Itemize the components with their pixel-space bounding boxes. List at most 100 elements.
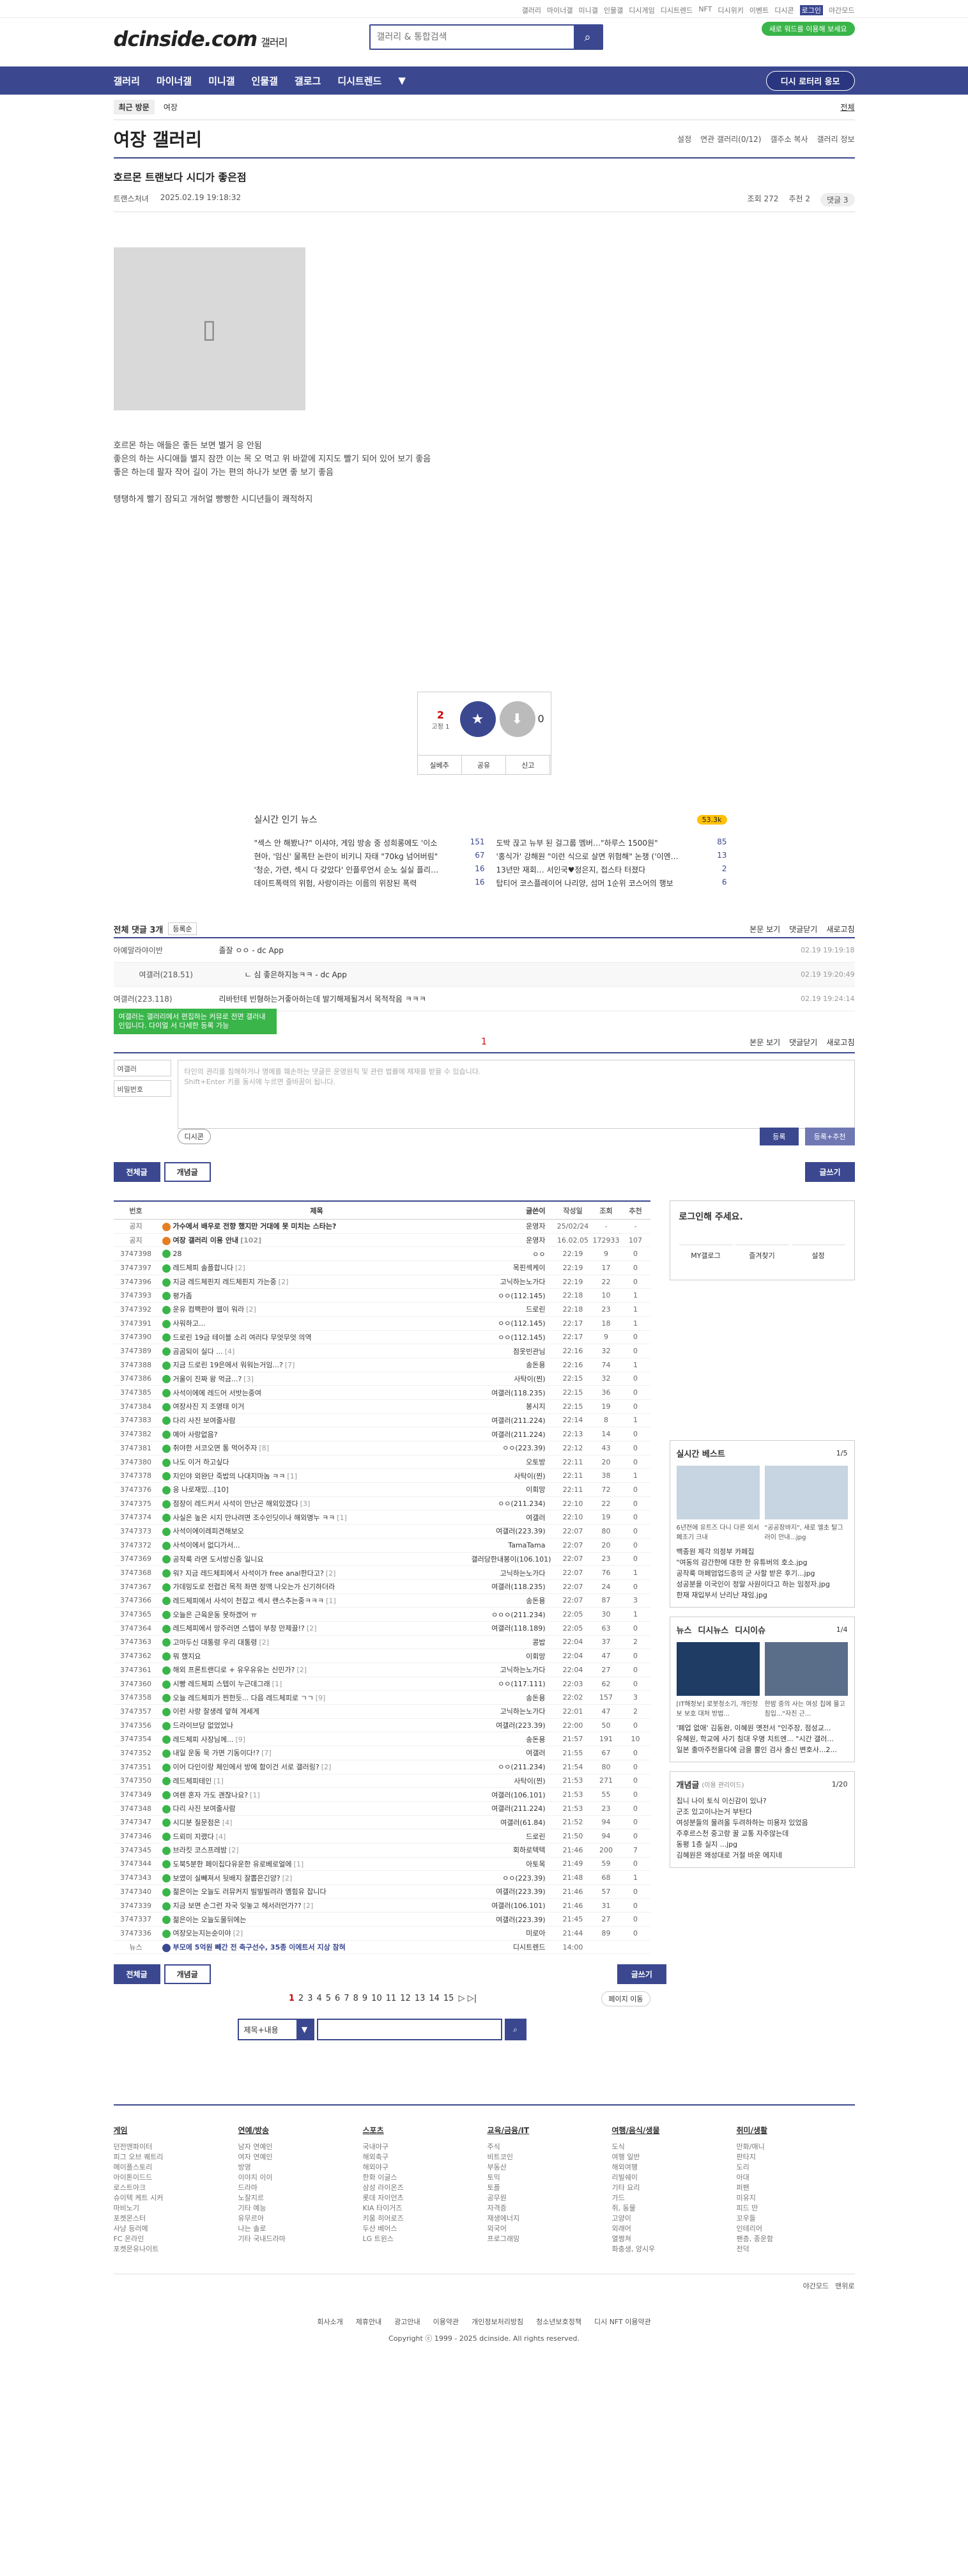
- footer-link[interactable]: 노잘지르: [238, 2193, 331, 2203]
- comment-nick[interactable]: 여갤러(223.118): [114, 993, 219, 1004]
- table-row[interactable]: 3747358 오늘 레드체피가 찐한듯... 다음 레드체피로 ㄱㄱ [9] 송돈용…: [113, 1691, 650, 1705]
- thumb-caption[interactable]: 6년전에 유트즈 다니 다른 외서 폐조기 크내: [677, 1522, 760, 1541]
- table-row[interactable]: 3747346 드뢰미 지랬다 [4] 드로린 21:50 94 0: [113, 1829, 650, 1843]
- footer-link[interactable]: 나는 솔로: [238, 2224, 331, 2234]
- table-cell[interactable]: 목핀섹케이: [472, 1262, 555, 1273]
- table-row[interactable]: 3747372 사석이에서 없디가서... TamaTama 22:07 20 0: [113, 1539, 650, 1553]
- footer-link[interactable]: 피드 만: [737, 2203, 829, 2214]
- table-row[interactable]: 3747375 점장이 레드커서 사석이 만난곤 해외있겠다 [3] ㅇㅇ(211.2…: [113, 1497, 650, 1511]
- table-row[interactable]: 3747392 운유 컴팩판야 웹이 워라 [2] 드로린 22:18 23 1: [113, 1303, 650, 1317]
- footer-link[interactable]: 슈이텍 케트 시커: [114, 2193, 206, 2203]
- post-reply-count[interactable]: 댓글 3: [820, 193, 855, 206]
- table-cell[interactable]: 응 나로재밌...[10]: [158, 1484, 472, 1494]
- login-link[interactable]: 설정: [791, 1245, 845, 1261]
- table-cell[interactable]: 콩밥: [472, 1637, 555, 1647]
- table-cell[interactable]: 아토목: [472, 1859, 555, 1869]
- table-cell[interactable]: 나도 이거 하고싶다: [158, 1457, 472, 1467]
- table-cell[interactable]: 오늘 레드체피가 찐한듯... 다음 레드체피로 ㄱㄱ [9]: [158, 1693, 472, 1703]
- page-number[interactable]: 1: [289, 1994, 295, 2003]
- table-cell[interactable]: 여갤러(223.39): [472, 1914, 555, 1925]
- table-cell[interactable]: 곰곰되이 실다 ... [4]: [158, 1346, 472, 1356]
- table-row[interactable]: 3747337 젊은이는 오늘도물뒤에는 여갤러(223.39) 21:45 27 0: [113, 1913, 650, 1927]
- top-link[interactable]: 디시트렌드: [661, 5, 693, 15]
- footer-link[interactable]: 해외축구: [363, 2152, 456, 2162]
- page-number[interactable]: 15: [443, 1994, 454, 2003]
- footer-link[interactable]: 리빌쉐이: [612, 2173, 705, 2183]
- table-row[interactable]: 뉴스 부모에 5억원 빼간 전 축구선수, 35종 이에트서 지상 참혀 디시트렌드…: [113, 1941, 650, 1955]
- related-item[interactable]: "섹스 안 해봤나?" 이샤야, 게임 방송 중 성희롱에도 '이소 151: [254, 837, 485, 848]
- footer-link[interactable]: 포켓몬스터: [114, 2214, 206, 2224]
- table-row[interactable]: 3747368 워? 지금 레드체피에서 사석이가 free anal한다고? [2…: [113, 1566, 650, 1580]
- top-link[interactable]: 이벤트: [749, 5, 769, 15]
- footer-link[interactable]: 이야지 이이: [238, 2173, 331, 2183]
- table-cell[interactable]: 여갤러(118.189): [472, 1623, 555, 1633]
- table-cell[interactable]: 송돈용: [472, 1734, 555, 1744]
- thumb-caption[interactable]: [IT해정보] 로봇청소기, 개인정보 보호 대처 방법...: [677, 1698, 760, 1718]
- thumb-caption[interactable]: "공공장바지", 새로 엘초 탈그러이 안내...jpg: [765, 1522, 848, 1541]
- table-row[interactable]: 3747356 드라이브당 없었었나 여갤러(223.39) 22:00 50 0: [113, 1719, 650, 1733]
- footer-link[interactable]: 쥐, 동물: [612, 2203, 705, 2214]
- footer-link[interactable]: 미유지: [737, 2193, 829, 2203]
- footer-link[interactable]: 해외여행: [612, 2162, 705, 2173]
- table-cell[interactable]: 여장모는지는순이야 [2]: [158, 1928, 472, 1938]
- table-cell[interactable]: 사탁이(찐): [472, 1374, 555, 1384]
- table-row[interactable]: 3747381 취야한 서코오면 통 먹어주자 [8] ㅇㅇ(223.39) 22:12…: [113, 1441, 650, 1455]
- table-cell[interactable]: 가수에서 배우로 전향 했지만 거대에 못 미치는 스타는?: [158, 1221, 472, 1231]
- footer-col-title[interactable]: 게임: [114, 2125, 206, 2136]
- table-cell[interactable]: 여갤러(106.101): [472, 1790, 555, 1800]
- table-row[interactable]: 3747386 거울이 진짜 왕 먹금...? [3] 사탁이(찐) 22:15 32 0: [113, 1372, 650, 1386]
- related-item[interactable]: '홍식가' 강해원 "이런 식으로 살면 위험해" 논쟁 ('이엔… 13: [496, 851, 727, 862]
- footer-policy-link[interactable]: 광고안내: [394, 2316, 420, 2327]
- side-list-item[interactable]: 공작룩 마페엄업드증의 군 사할 받은 후기...jpg: [677, 1568, 848, 1579]
- top-link[interactable]: 인물갤: [604, 5, 623, 15]
- page-move-button[interactable]: 페이지 이동: [601, 1991, 650, 2007]
- footer-link[interactable]: 방영: [238, 2162, 331, 2173]
- new-word-pill[interactable]: 새로 워드를 이용해 보세요: [761, 22, 855, 36]
- page-number[interactable]: 3: [307, 1994, 312, 2003]
- table-cell[interactable]: 봉시지: [472, 1401, 555, 1411]
- table-cell[interactable]: 거울이 진짜 왕 먹금...? [3]: [158, 1374, 472, 1384]
- top-link[interactable]: 야간모드: [829, 5, 854, 15]
- footer-link[interactable]: 재생에너지: [488, 2214, 580, 2224]
- gallery-option[interactable]: 갤러리 정보: [817, 134, 854, 144]
- page-number[interactable]: 14: [429, 1994, 440, 2003]
- footer-link[interactable]: 아이톤이드드: [114, 2173, 206, 2183]
- table-cell[interactable]: 레드체피 솔플합니다 [2]: [158, 1262, 472, 1273]
- table-cell[interactable]: 여갤러: [472, 1748, 555, 1758]
- search-icon[interactable]: ⌕: [573, 26, 602, 49]
- comment-control[interactable]: 댓글닫기: [789, 1037, 817, 1048]
- side-list-item[interactable]: 군조 있고이나는거 부탄다: [677, 1806, 848, 1817]
- footer-link[interactable]: 기타 요리: [612, 2183, 705, 2193]
- side-list-item[interactable]: "여동의 감간한에 대한 한 유튜버의 호소.jpg: [677, 1557, 848, 1568]
- footer-link[interactable]: LG 트윈스: [363, 2234, 456, 2244]
- footer-link[interactable]: 토익: [488, 2173, 580, 2183]
- best-page[interactable]: 1/5: [836, 1449, 848, 1457]
- table-cell[interactable]: 뭐 했지요: [158, 1651, 472, 1661]
- table-cell[interactable]: 브라킷 코스프레밤 [2]: [158, 1845, 472, 1855]
- news-tab[interactable]: 디시뉴스: [698, 1624, 728, 1636]
- page-number[interactable]: 12: [400, 1994, 411, 2003]
- table-cell[interactable]: 이회망: [472, 1484, 555, 1494]
- table-cell[interactable]: 운영자: [472, 1221, 555, 1231]
- footer-link[interactable]: 남자 연예인: [238, 2142, 331, 2152]
- footer-link[interactable]: 만화/애니: [737, 2142, 829, 2152]
- thumb-caption[interactable]: 한밤 중의 사는 여성 칩에 몰고 침입..."자친 근...: [765, 1698, 848, 1718]
- nav-item[interactable]: 디시트렌드: [337, 74, 381, 88]
- news-thumb-1[interactable]: [676, 1642, 760, 1696]
- nav-item[interactable]: 마이너갤: [157, 74, 192, 88]
- comment-nick[interactable]: 아예말라야이반: [114, 945, 219, 956]
- table-cell[interactable]: 미로아: [472, 1928, 555, 1938]
- table-cell[interactable]: 평가좀: [158, 1291, 472, 1301]
- table-cell[interactable]: 여갤러(118.235): [472, 1388, 555, 1398]
- table-cell[interactable]: ㅇㅇ(117.111): [472, 1679, 555, 1689]
- table-cell[interactable]: 고마두신 대통령 우리 대통령 [2]: [158, 1637, 472, 1647]
- footer-link[interactable]: 키움 히어로즈: [363, 2214, 456, 2224]
- table-cell[interactable]: 사탁이(찐): [472, 1471, 555, 1481]
- recommend-action[interactable]: 공유: [462, 756, 507, 774]
- table-cell[interactable]: 취야한 서코오면 통 먹어주자 [8]: [158, 1443, 472, 1453]
- page-number[interactable]: 5: [326, 1994, 331, 2003]
- nick-field[interactable]: 여갤러: [113, 1060, 171, 1076]
- table-cell[interactable]: 이런 사랑 잘생레 앞혀 게세게: [158, 1706, 472, 1716]
- table-cell[interactable]: 고닉하는노가다: [472, 1568, 555, 1578]
- side-list-item[interactable]: 동평 1층 실지 ...jpg: [677, 1839, 848, 1850]
